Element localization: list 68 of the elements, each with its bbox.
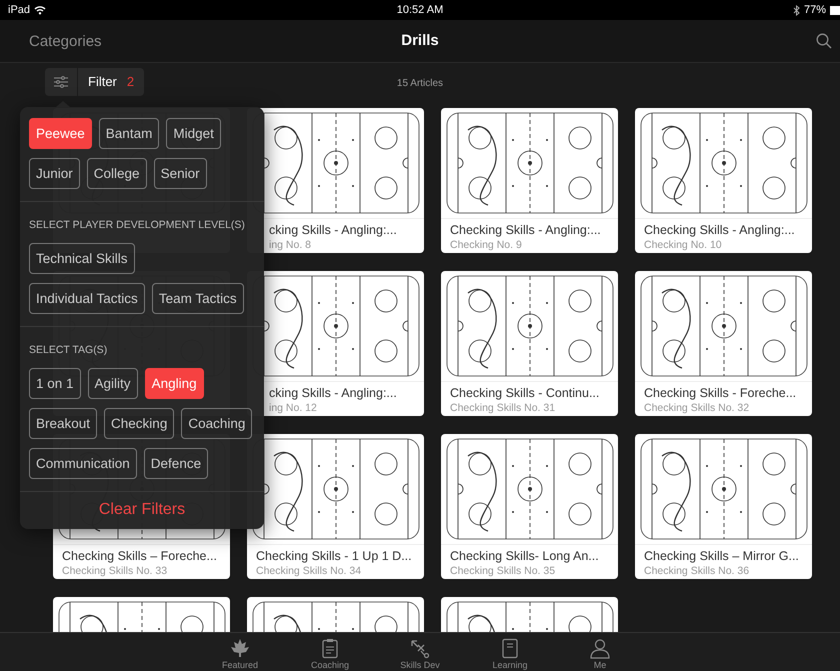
filter-chip[interactable]: Individual Tactics xyxy=(29,283,145,314)
drill-card[interactable]: Checking Skills- Long An... Checking Skills No. 35 xyxy=(441,434,618,579)
maple-leaf-icon xyxy=(229,638,251,659)
filter-chip[interactable]: Senior xyxy=(154,158,207,189)
filter-chip[interactable]: Peewee xyxy=(29,118,92,149)
filter-chip[interactable]: College xyxy=(86,158,147,189)
sliders-icon xyxy=(54,76,68,88)
card-subtitle: Checking Skills No. 33 xyxy=(62,565,168,577)
card-subtitle: Checking No. 9 xyxy=(450,239,523,251)
filter-button[interactable]: Filter 2 xyxy=(45,68,144,96)
filter-chip[interactable]: Angling xyxy=(144,368,204,399)
play-diagram-icon xyxy=(409,638,431,659)
drill-card[interactable]: Checking Skills - Continu... Checking Skills No. 31 xyxy=(441,271,618,416)
card-title: Checking Skills - Angling:... xyxy=(644,223,796,237)
card-subtitle: Checking No. 10 xyxy=(644,239,723,251)
tab-bar-item[interactable]: Featured xyxy=(195,633,285,671)
card-subtitle: Checking Skills No. 35 xyxy=(450,565,556,577)
tab-bar-item[interactable]: Skills Dev xyxy=(375,633,465,671)
card-title: Checking Skills - Foreche... xyxy=(644,386,798,400)
categories-link[interactable]: Categories xyxy=(29,32,102,50)
page-title: Drills xyxy=(401,32,439,49)
card-subtitle: Checking Skills No. 32 xyxy=(644,402,750,414)
filter-chip[interactable]: 1 on 1 xyxy=(29,368,81,399)
filter-chip[interactable]: Bantam xyxy=(98,118,160,149)
tab-bar-item[interactable]: Learning xyxy=(465,633,555,671)
card-title: Checking Skills- Long An... xyxy=(450,549,600,563)
section-heading: SELECT TAG(S) xyxy=(29,343,108,356)
filter-chip[interactable]: Technical Skills xyxy=(29,243,135,274)
card-subtitle: ing No. 12 xyxy=(269,402,318,414)
card-title: Checking Skills – Foreche... xyxy=(62,549,218,563)
filter-chip[interactable]: Agility xyxy=(88,368,138,399)
card-title: Checking Skills - Angling:... xyxy=(450,223,602,237)
status-time: 10:52 AM xyxy=(396,4,444,16)
filter-chip[interactable]: Midget xyxy=(166,118,221,149)
card-title: Checking Skills - Continu... xyxy=(450,386,600,400)
clear-filters-button[interactable]: Clear Filters xyxy=(98,492,186,529)
filter-chip[interactable]: Checking xyxy=(104,408,174,439)
drill-card[interactable]: Checking Skills - 1 Up 1 D... Checking Skills No. 34 xyxy=(247,434,424,579)
card-subtitle: Checking Skills No. 34 xyxy=(256,565,362,577)
wifi-icon xyxy=(34,5,46,15)
card-title: Checking Skills – Mirror G... xyxy=(644,549,800,563)
filter-chip[interactable]: Coaching xyxy=(181,408,252,439)
person-icon xyxy=(589,638,611,659)
tab-bar-item[interactable]: Me xyxy=(555,633,645,671)
card-title: cking Skills - Angling:... xyxy=(269,386,398,400)
drill-card[interactable]: Checking Skills - Angling:... Checking No. 10 xyxy=(635,108,812,253)
drill-card[interactable]: Checking Skills - Angling:... Checking No. 9 xyxy=(441,108,618,253)
drill-card[interactable]: Checking Skills – Mirror G... Checking Skills No. 36 xyxy=(635,434,812,579)
bluetooth-icon xyxy=(792,4,800,16)
drill-card[interactable]: Checking Skills - Foreche... Checking Skills No. 32 xyxy=(635,271,812,416)
filter-chip[interactable]: Junior xyxy=(29,158,80,189)
filter-chip[interactable]: Communication xyxy=(29,448,137,479)
filter-chip[interactable]: Breakout xyxy=(29,408,98,439)
filter-count: 2 xyxy=(126,74,136,89)
search-icon[interactable] xyxy=(816,33,832,49)
article-count: 15 Articles xyxy=(396,78,444,88)
card-subtitle: Checking Skills No. 31 xyxy=(450,402,556,414)
card-subtitle: ing No. 8 xyxy=(269,239,312,251)
device-name: iPad xyxy=(8,4,30,16)
filter-chip[interactable]: Team Tactics xyxy=(152,283,244,314)
card-title: cking Skills - Angling:... xyxy=(269,223,398,237)
card-subtitle: Checking Skills No. 36 xyxy=(644,565,750,577)
battery-icon xyxy=(830,6,840,14)
tab-bar-item[interactable]: Coaching xyxy=(285,633,375,671)
card-title: Checking Skills - 1 Up 1 D... xyxy=(256,549,413,563)
battery-percentage: 77% xyxy=(804,4,826,16)
filter-chip[interactable]: Defence xyxy=(144,448,208,479)
section-heading: SELECT PLAYER DEVELOPMENT LEVEL(S) xyxy=(29,218,246,231)
